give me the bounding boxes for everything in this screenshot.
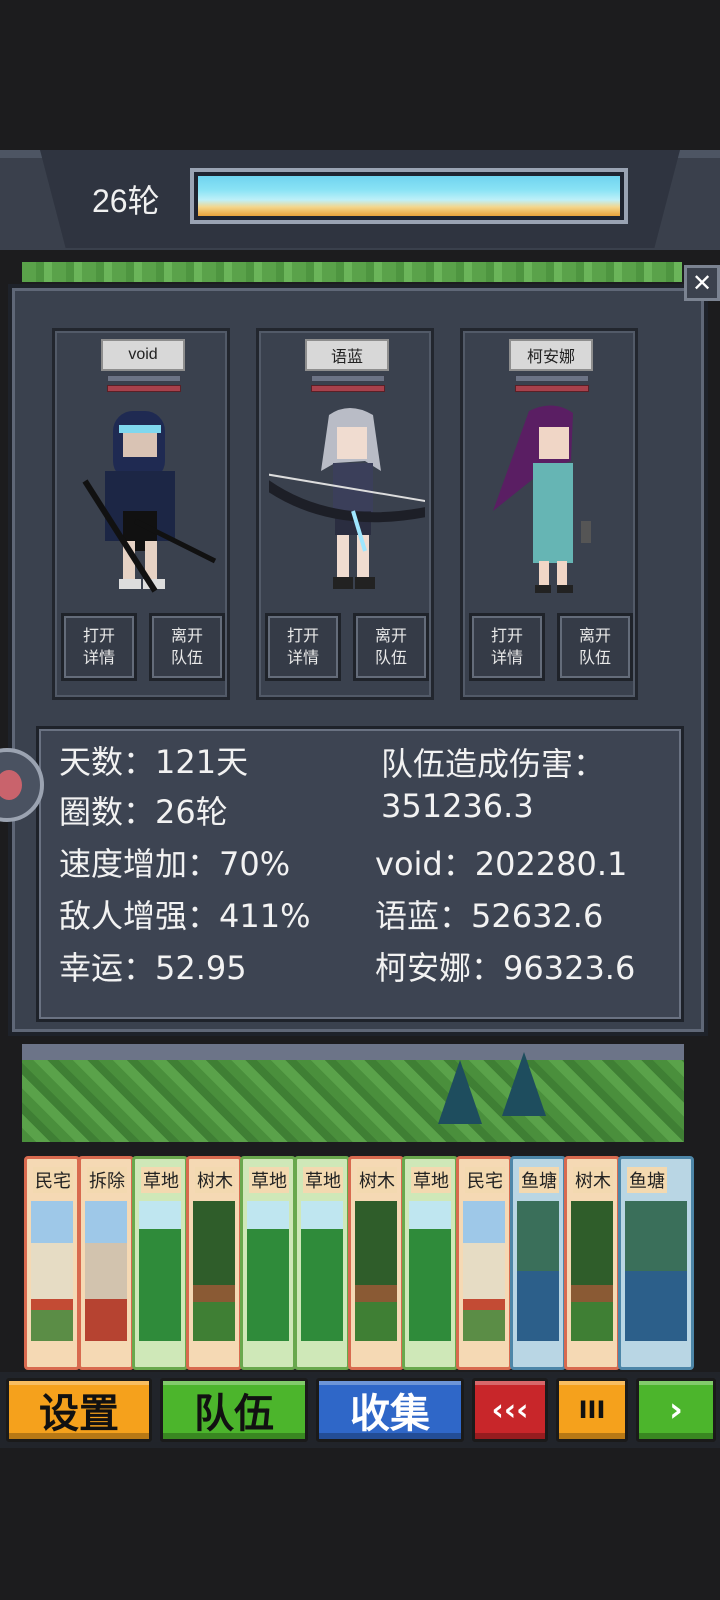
tile-card[interactable]: 草地	[132, 1156, 188, 1370]
team-stats-box: 天数：121天 圈数：26轮 速度增加：70% 敌人增强：411% 幸运：52.…	[36, 726, 684, 1022]
tile-card[interactable]: 草地	[402, 1156, 458, 1370]
round-counter: 26轮	[92, 183, 160, 219]
tile-card[interactable]: 民宅	[24, 1156, 80, 1370]
open-details-button[interactable]: 打开 详情	[469, 613, 545, 681]
character-name: 语蓝	[305, 339, 389, 371]
open-details-button[interactable]: 打开 详情	[61, 613, 137, 681]
leave-team-button[interactable]: 离开 队伍	[353, 613, 429, 681]
tile-card[interactable]: 民宅	[456, 1156, 512, 1370]
stat-keanna-damage: 柯安娜：96323.6	[375, 949, 636, 987]
stat-team-damage-label: 队伍造成伤害：	[381, 745, 606, 783]
tile-card[interactable]: 草地	[294, 1156, 350, 1370]
tile-card[interactable]: 树木	[348, 1156, 404, 1370]
character-portrait-keanna	[493, 405, 591, 593]
map-road	[22, 1044, 684, 1060]
stat-enemy-boost: 敌人增强：411%	[59, 897, 311, 935]
rewind-button[interactable]: ‹‹‹	[472, 1378, 548, 1442]
character-portrait-void	[82, 411, 217, 593]
day-progress-bar	[190, 168, 628, 224]
tile-card[interactable]: 鱼塘	[510, 1156, 566, 1370]
stat-team-damage-value: 351236.3	[381, 787, 534, 825]
stat-days: 天数：121天	[59, 743, 249, 781]
tile-card-row: 民宅 拆除 草地 树木 草地 草地 树木 草地 民宅 鱼塘 树木 鱼塘	[20, 1156, 710, 1370]
settings-button[interactable]: 设置	[6, 1378, 152, 1442]
stat-speed: 速度增加：70%	[59, 845, 291, 883]
tile-card[interactable]: 拆除	[78, 1156, 134, 1370]
stat-void-damage: void：202280.1	[375, 845, 628, 883]
pause-button[interactable]: III	[556, 1378, 628, 1442]
character-card-void: void 打开 详情 离开 队伍	[52, 328, 230, 700]
stat-laps: 圈数：26轮	[59, 793, 228, 831]
stat-luck: 幸运：52.95	[59, 949, 247, 987]
tile-card[interactable]: 树木	[564, 1156, 620, 1370]
leave-team-button[interactable]: 离开 队伍	[557, 613, 633, 681]
character-portrait-yulan	[269, 408, 425, 589]
team-button[interactable]: 队伍	[160, 1378, 308, 1442]
character-name: void	[101, 339, 185, 371]
tile-card[interactable]: 草地	[240, 1156, 296, 1370]
play-button[interactable]: ›	[636, 1378, 716, 1442]
close-icon[interactable]: ✕	[684, 265, 720, 301]
open-details-button[interactable]: 打开 详情	[265, 613, 341, 681]
pine-tree	[438, 1060, 482, 1124]
character-health-bars	[311, 375, 385, 395]
character-name: 柯安娜	[509, 339, 593, 371]
map-grass-strip	[22, 262, 682, 282]
day-sky-fill	[198, 176, 620, 216]
collect-button[interactable]: 收集	[316, 1378, 464, 1442]
leave-team-button[interactable]: 离开 队伍	[149, 613, 225, 681]
pine-tree	[502, 1052, 546, 1116]
character-health-bars	[515, 375, 589, 395]
character-card-yulan: 语蓝 打开 详情 离开 队伍	[256, 328, 434, 700]
tile-card[interactable]: 树木	[186, 1156, 242, 1370]
tile-card[interactable]: 鱼塘	[618, 1156, 694, 1370]
stat-yulan-damage: 语蓝：52632.6	[375, 897, 604, 935]
character-card-keanna: 柯安娜 打开 详情 离开 队伍	[460, 328, 638, 700]
character-health-bars	[107, 375, 181, 395]
